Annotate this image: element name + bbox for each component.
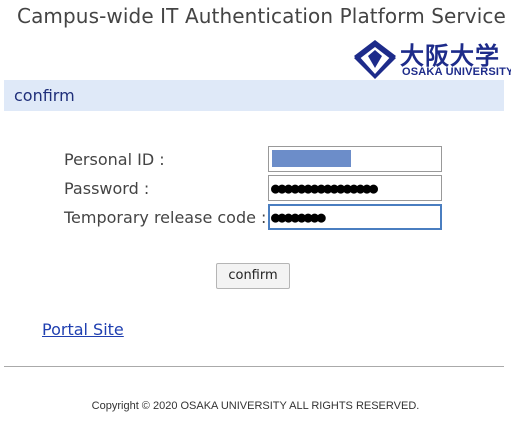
personal-id-row: Personal ID : xyxy=(64,146,444,174)
copyright-footer: Copyright © 2020 OSAKA UNIVERSITY ALL RI… xyxy=(91,400,420,412)
portal-site-link[interactable]: Portal Site xyxy=(42,320,124,339)
osaka-university-logo: 大阪大学 OSAKA UNIVERSITY xyxy=(352,38,511,82)
personal-id-input[interactable] xyxy=(268,146,442,172)
divider xyxy=(4,366,504,367)
password-label: Password : xyxy=(64,179,150,198)
temporary-release-code-label: Temporary release code : xyxy=(64,208,267,227)
password-row: Password : ●●●●●●●●●●●●●●●● xyxy=(64,175,444,203)
confirm-button[interactable]: confirm xyxy=(216,263,290,289)
page-title: Campus-wide IT Authentication Platform S… xyxy=(17,4,506,28)
login-page: Campus-wide IT Authentication Platform S… xyxy=(0,0,511,427)
password-input[interactable]: ●●●●●●●●●●●●●●●● xyxy=(268,175,442,201)
temporary-release-code-row: Temporary release code : ●●●●●●●● xyxy=(64,204,444,232)
osaka-university-emblem-icon xyxy=(354,40,396,79)
temporary-release-code-input[interactable]: ●●●●●●●● xyxy=(268,204,442,230)
personal-id-label: Personal ID : xyxy=(64,150,165,169)
section-header: confirm xyxy=(4,80,504,111)
redacted-value xyxy=(272,150,351,167)
logo-english-text: OSAKA UNIVERSITY xyxy=(402,66,511,78)
